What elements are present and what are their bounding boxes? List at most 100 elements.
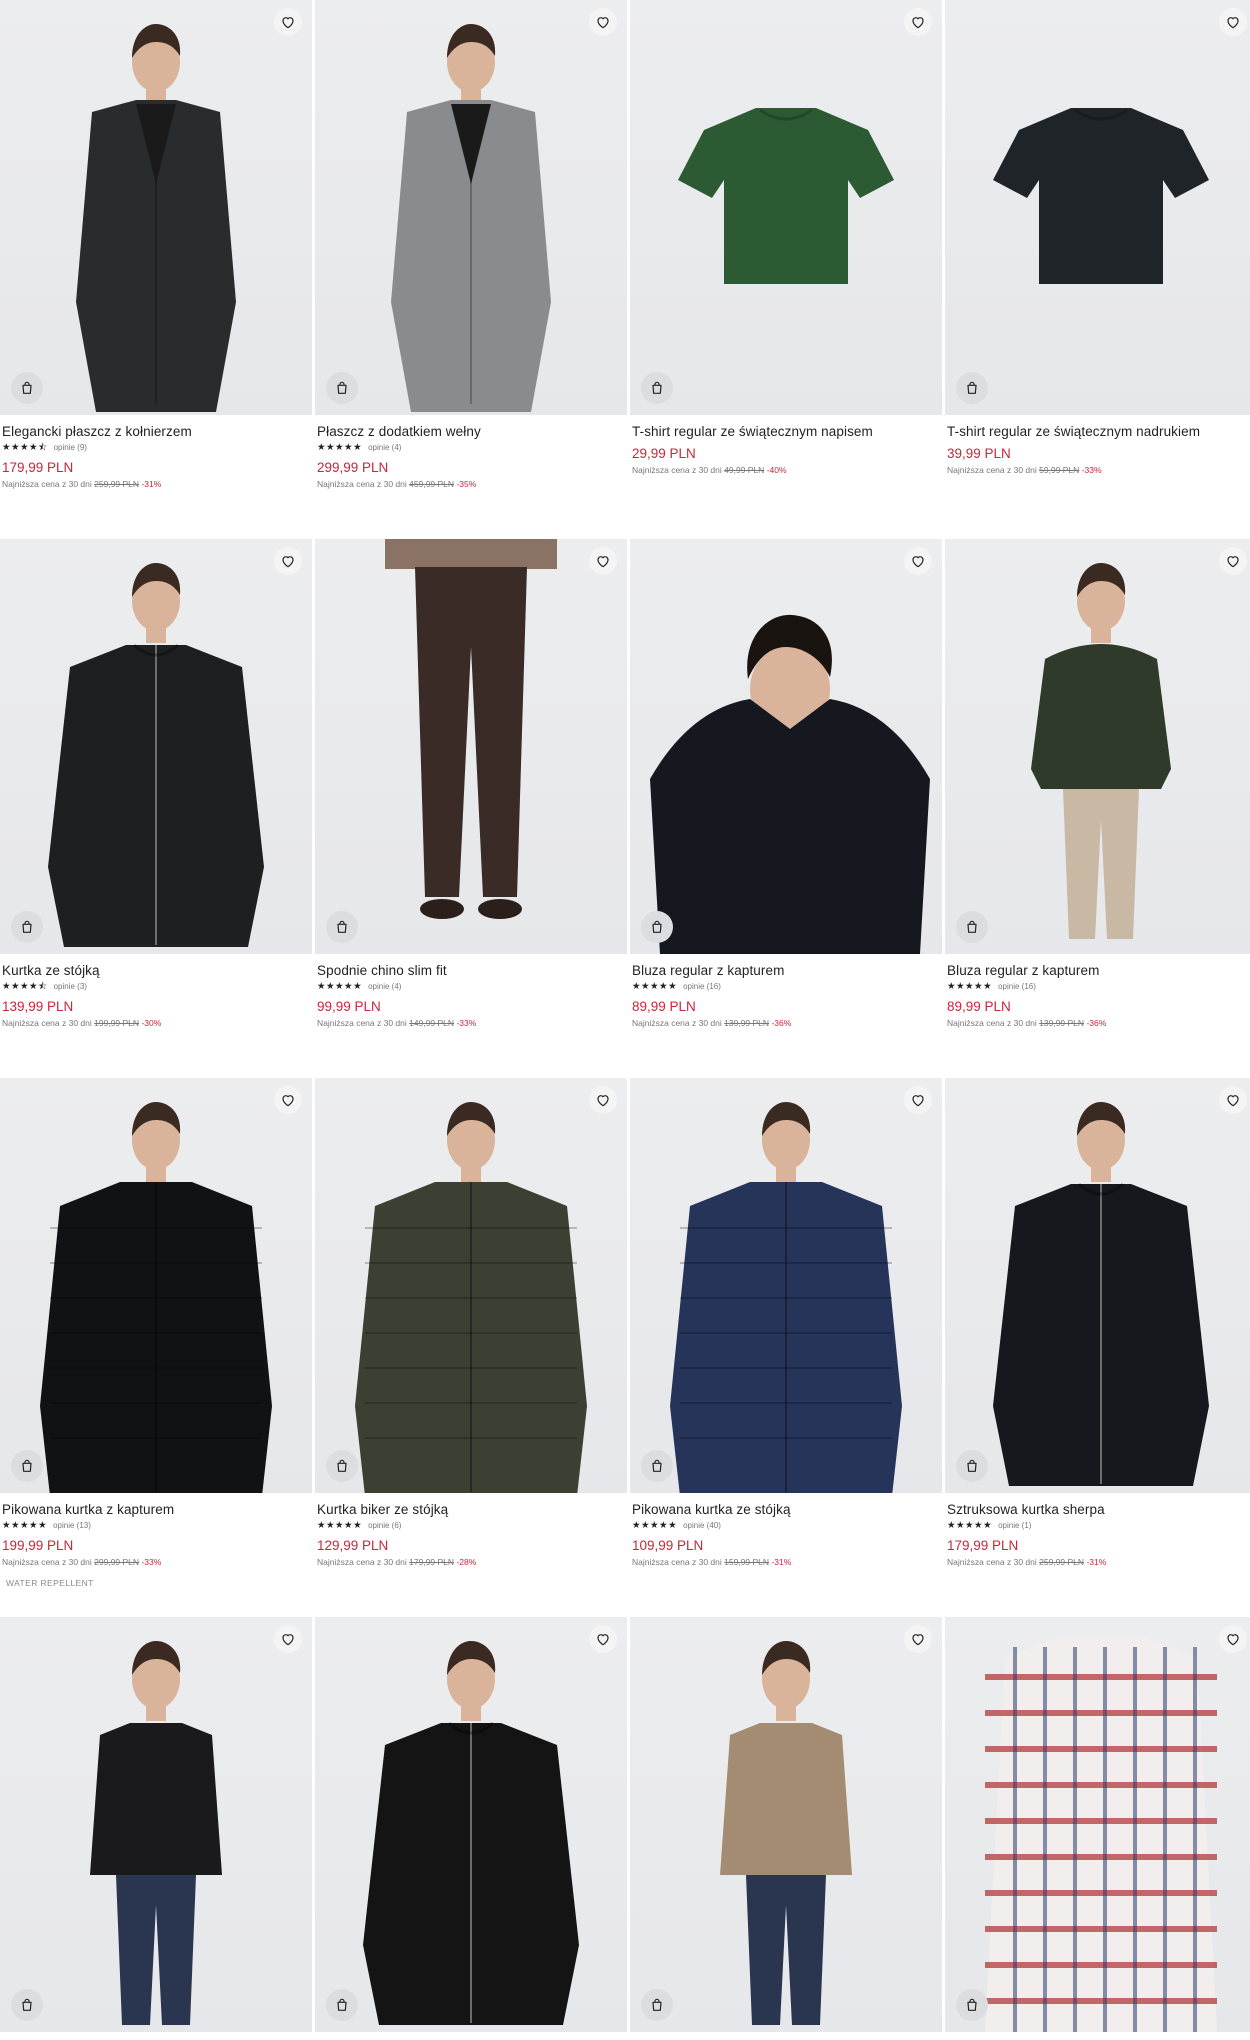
old-price: 259,99 PLN: [1039, 1557, 1085, 1567]
favorite-heart-icon[interactable]: [904, 1625, 932, 1653]
lowest-price-30-days: Najniższa cena z 30 dni 459,99 PLN -35%: [317, 479, 625, 490]
product-title[interactable]: Płaszcz z dodatkiem wełny: [317, 423, 625, 440]
product-title[interactable]: Kurtka ze stójką: [2, 962, 310, 979]
product-card[interactable]: T-shirt regular ze świątecznym nadrukiem…: [945, 0, 1250, 539]
product-image[interactable]: [945, 1078, 1250, 1493]
add-to-bag-icon[interactable]: [956, 1989, 988, 2021]
product-image[interactable]: [315, 0, 627, 415]
product-title[interactable]: T-shirt regular ze świątecznym nadrukiem: [947, 423, 1250, 440]
favorite-heart-icon[interactable]: [904, 1086, 932, 1114]
product-price: 179,99 PLN: [2, 460, 74, 475]
product-image[interactable]: [0, 0, 312, 415]
product-card[interactable]: Elegancki płaszcz z kołnierzem ★★★★⯪ opi…: [0, 0, 312, 539]
product-image[interactable]: [630, 1078, 942, 1493]
add-to-bag-icon[interactable]: [326, 911, 358, 943]
favorite-heart-icon[interactable]: [589, 1625, 617, 1653]
old-price: 179,99 PLN: [409, 1557, 455, 1567]
product-image[interactable]: [630, 539, 942, 954]
product-info: Bluza regular z kapturem ★★★★★ opinie (1…: [630, 954, 942, 1029]
product-title[interactable]: Kurtka biker ze stójką: [317, 1501, 625, 1518]
add-to-bag-icon[interactable]: [641, 372, 673, 404]
favorite-heart-icon[interactable]: [1219, 1086, 1247, 1114]
review-count: opinie (6): [368, 1521, 402, 1530]
discount-percent: -28%: [456, 1557, 477, 1567]
favorite-heart-icon[interactable]: [274, 1625, 302, 1653]
product-info: Pikowana kurtka z kapturem ★★★★★ opinie …: [0, 1493, 312, 1588]
favorite-heart-icon[interactable]: [274, 1086, 302, 1114]
product-image[interactable]: [945, 0, 1250, 415]
product-title[interactable]: Elegancki płaszcz z kołnierzem: [2, 423, 310, 440]
product-card[interactable]: Sztruksowa kurtka sherpa ★★★★★ opinie (1…: [945, 1078, 1250, 1617]
add-to-bag-icon[interactable]: [11, 911, 43, 943]
product-title[interactable]: Bluza regular z kapturem: [632, 962, 940, 979]
product-image[interactable]: [315, 1078, 627, 1493]
favorite-heart-icon[interactable]: [1219, 1625, 1247, 1653]
add-to-bag-icon[interactable]: [11, 1450, 43, 1482]
product-title[interactable]: Sztruksowa kurtka sherpa: [947, 1501, 1250, 1518]
product-card[interactable]: Płaszcz z dodatkiem wełny ★★★★★ opinie (…: [315, 0, 627, 539]
rating-stars-icon: ★★★★★: [632, 1520, 678, 1531]
product-card[interactable]: Kurtka biker ze stójką ★★★★★ opinie (6) …: [315, 1078, 627, 1617]
product-title[interactable]: Pikowana kurtka z kapturem: [2, 1501, 310, 1518]
product-card[interactable]: Spodnie chino slim fit ★★★★★ opinie (4) …: [315, 539, 627, 1078]
product-photo-illustration: [90, 1641, 222, 2025]
discount-percent: -40%: [766, 465, 787, 475]
product-title[interactable]: Pikowana kurtka ze stójką: [632, 1501, 940, 1518]
rating-stars-icon: ★★★★★: [632, 981, 678, 992]
product-rating: ★★★★⯪ opinie (9): [2, 442, 310, 454]
product-image[interactable]: [0, 539, 312, 954]
product-card[interactable]: Pikowana kurtka ze stójką ★★★★★ opinie (…: [630, 1078, 942, 1617]
product-image[interactable]: [315, 1617, 627, 2032]
add-to-bag-icon[interactable]: [11, 372, 43, 404]
lowest-price-30-days: Najniższa cena z 30 dni 149,99 PLN -33%: [317, 1018, 625, 1029]
product-image[interactable]: [0, 1617, 312, 2032]
lowest-price-label: Najniższa cena z 30 dni: [2, 479, 92, 489]
rating-stars-icon: ★★★★★: [317, 981, 363, 992]
add-to-bag-icon[interactable]: [956, 911, 988, 943]
favorite-heart-icon[interactable]: [589, 8, 617, 36]
product-rating: ★★★★★ opinie (16): [947, 981, 1250, 993]
product-title[interactable]: T-shirt regular ze świątecznym napisem: [632, 423, 940, 440]
add-to-bag-icon[interactable]: [11, 1989, 43, 2021]
product-card[interactable]: [630, 1617, 942, 2032]
product-card[interactable]: [945, 1617, 1250, 2032]
product-card[interactable]: [315, 1617, 627, 2032]
lowest-price-label: Najniższa cena z 30 dni: [632, 1557, 722, 1567]
product-image[interactable]: [630, 0, 942, 415]
add-to-bag-icon[interactable]: [641, 1450, 673, 1482]
product-image[interactable]: [945, 1617, 1250, 2032]
product-title[interactable]: Spodnie chino slim fit: [317, 962, 625, 979]
product-card[interactable]: Kurtka ze stójką ★★★★⯪ opinie (3) 139,99…: [0, 539, 312, 1078]
product-image[interactable]: [630, 1617, 942, 2032]
favorite-heart-icon[interactable]: [904, 547, 932, 575]
product-image[interactable]: [315, 539, 627, 954]
product-card[interactable]: T-shirt regular ze świątecznym napisem 2…: [630, 0, 942, 539]
add-to-bag-icon[interactable]: [326, 372, 358, 404]
product-card[interactable]: [0, 1617, 312, 2032]
old-price: 199,99 PLN: [94, 1018, 140, 1028]
add-to-bag-icon[interactable]: [956, 372, 988, 404]
favorite-heart-icon[interactable]: [274, 547, 302, 575]
product-feature-badge: WATER REPELLENT: [6, 1578, 94, 1588]
favorite-heart-icon[interactable]: [274, 8, 302, 36]
product-card[interactable]: Bluza regular z kapturem ★★★★★ opinie (1…: [630, 539, 942, 1078]
favorite-heart-icon[interactable]: [904, 8, 932, 36]
product-card[interactable]: Bluza regular z kapturem ★★★★★ opinie (1…: [945, 539, 1250, 1078]
product-title[interactable]: Bluza regular z kapturem: [947, 962, 1250, 979]
add-to-bag-icon[interactable]: [326, 1989, 358, 2021]
add-to-bag-icon[interactable]: [641, 1989, 673, 2021]
favorite-heart-icon[interactable]: [1219, 8, 1247, 36]
product-image[interactable]: [945, 539, 1250, 954]
discount-percent: -33%: [1081, 465, 1102, 475]
review-count: opinie (16): [683, 982, 721, 991]
favorite-heart-icon[interactable]: [589, 547, 617, 575]
add-to-bag-icon[interactable]: [641, 911, 673, 943]
favorite-heart-icon[interactable]: [1219, 547, 1247, 575]
favorite-heart-icon[interactable]: [589, 1086, 617, 1114]
add-to-bag-icon[interactable]: [956, 1450, 988, 1482]
product-info: Płaszcz z dodatkiem wełny ★★★★★ opinie (…: [315, 415, 627, 490]
product-image[interactable]: [0, 1078, 312, 1493]
add-to-bag-icon[interactable]: [326, 1450, 358, 1482]
product-card[interactable]: Pikowana kurtka z kapturem ★★★★★ opinie …: [0, 1078, 312, 1617]
product-info: Bluza regular z kapturem ★★★★★ opinie (1…: [945, 954, 1250, 1029]
